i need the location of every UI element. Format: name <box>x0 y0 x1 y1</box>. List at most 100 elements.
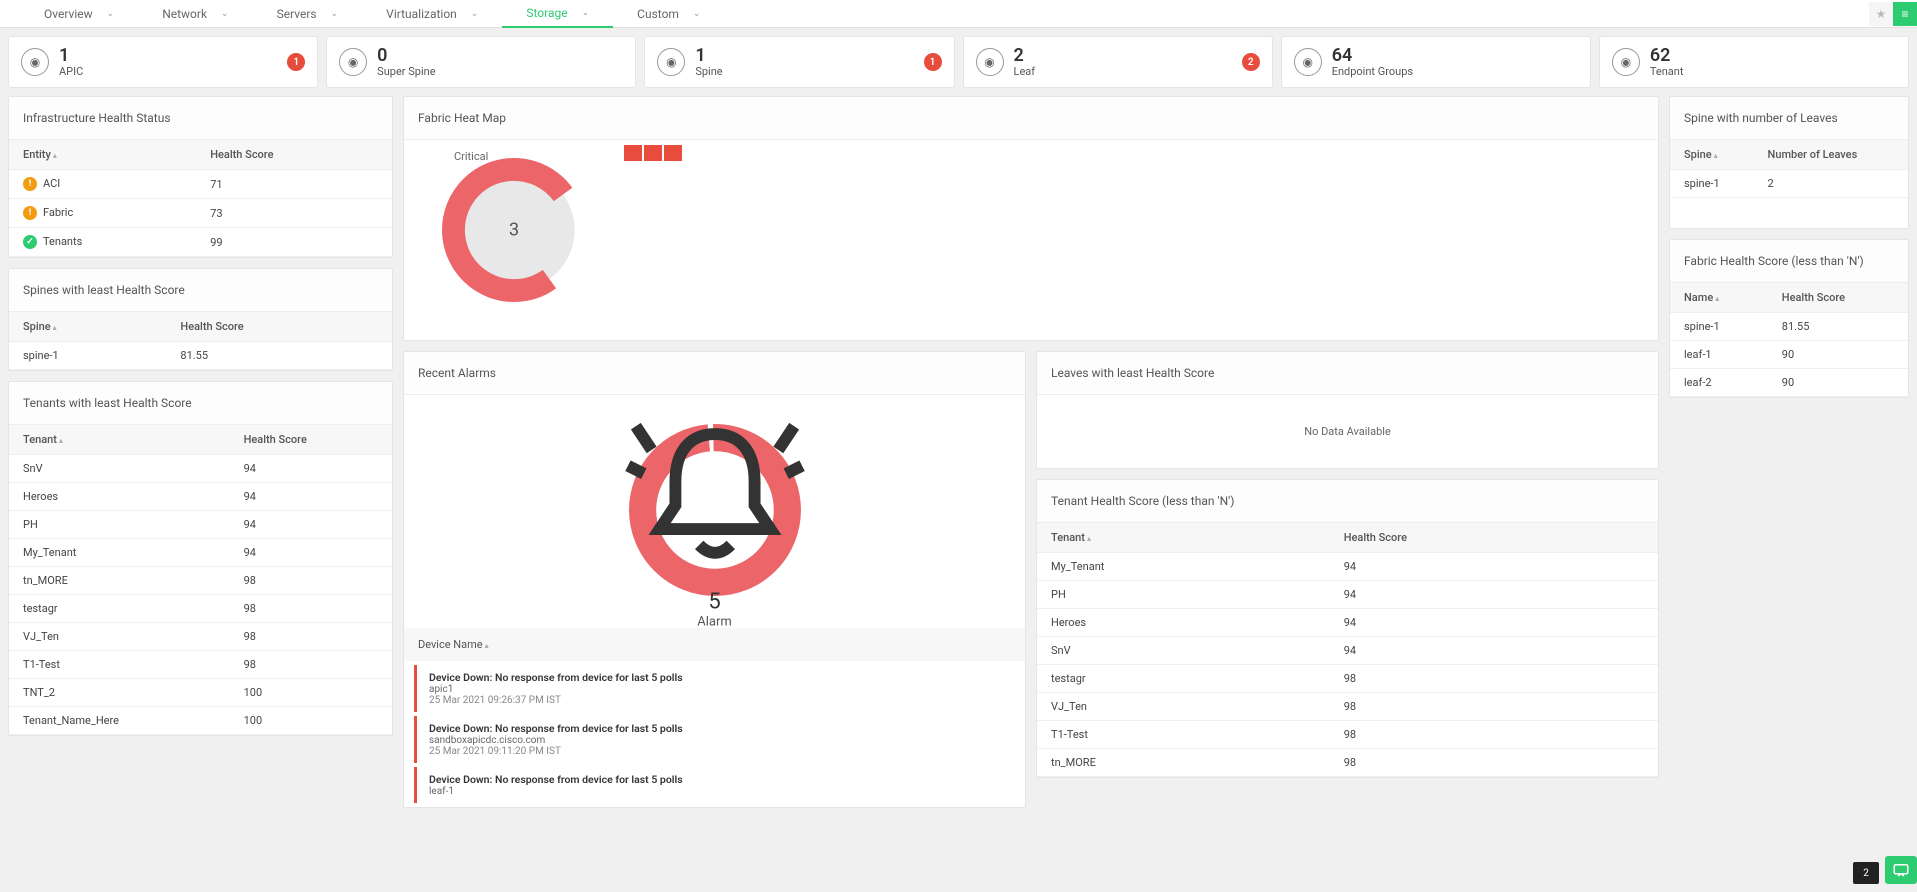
no-data-message: No Data Available <box>1037 395 1658 468</box>
col-spine[interactable]: Spine <box>23 320 51 333</box>
panel-title: Tenants with least Health Score <box>9 382 392 425</box>
panel-title: Infrastructure Health Status <box>9 97 392 140</box>
panel-leaves-least: Leaves with least Health Score No Data A… <box>1036 351 1659 469</box>
table-row[interactable]: tn_MORE98 <box>1037 749 1658 777</box>
chevron-down-icon: ⌄ <box>221 9 229 19</box>
alarm-count: 5 <box>620 589 810 614</box>
summary-card-tenant[interactable]: ◉ 62Tenant <box>1599 36 1909 88</box>
table-row[interactable]: spine-12 <box>1670 170 1908 198</box>
summary-card-apic[interactable]: ◉ 1APIC 1 <box>8 36 318 88</box>
panel-tenants-least: Tenants with least Health Score Tenant▴ … <box>8 381 393 736</box>
table-row[interactable]: testagr98 <box>9 595 392 623</box>
col-tenant[interactable]: Tenant <box>1051 531 1085 544</box>
panel-recent-alarms: Recent Alarms 5 <box>403 351 1026 808</box>
warn-icon: ! <box>23 177 37 191</box>
panel-title: Fabric Health Score (less than 'N') <box>1670 240 1908 283</box>
table-row[interactable]: spine-181.55 <box>9 342 392 370</box>
chevron-down-icon: ⌄ <box>693 9 701 19</box>
heatmap-legend <box>624 145 682 161</box>
tab-network[interactable]: Network⌄ <box>138 0 252 28</box>
table-row[interactable]: !ACI71 <box>9 170 392 199</box>
alarm-item[interactable]: Device Down: No response from device for… <box>414 767 1015 803</box>
card-icon: ◉ <box>339 48 367 76</box>
table-row[interactable]: Heroes94 <box>1037 609 1658 637</box>
alarm-donut: 5 Alarm <box>620 415 810 608</box>
table-row[interactable]: testagr98 <box>1037 665 1658 693</box>
alarm-count-label: Alarm <box>620 614 810 629</box>
summary-card-endpoint-groups[interactable]: ◉ 64Endpoint Groups <box>1281 36 1591 88</box>
heatmap-donut: 3 <box>434 150 594 310</box>
warn-icon: ! <box>23 206 37 220</box>
tab-servers[interactable]: Servers⌄ <box>253 0 363 28</box>
card-icon: ◉ <box>657 48 685 76</box>
table-row[interactable]: !Fabric73 <box>9 199 392 228</box>
nav-tabs: Overview⌄Network⌄Servers⌄Virtualization⌄… <box>0 0 724 28</box>
chevron-down-icon: ⌄ <box>331 9 339 19</box>
panel-title: Leaves with least Health Score <box>1037 352 1658 395</box>
col-health[interactable]: Health Score <box>210 148 273 161</box>
table-row[interactable]: PH94 <box>9 511 392 539</box>
favorite-icon[interactable]: ★ <box>1869 2 1893 26</box>
panel-fabric-heatmap: Fabric Heat Map Critical 3 <box>403 96 1659 341</box>
alarm-bell-icon <box>620 394 810 589</box>
bottom-chat-icon[interactable] <box>1885 856 1917 884</box>
card-icon: ◉ <box>1612 48 1640 76</box>
col-health[interactable]: Health Score <box>1344 531 1407 544</box>
alert-badge: 1 <box>924 53 942 71</box>
alarm-item[interactable]: Device Down: No response from device for… <box>414 665 1015 712</box>
table-row[interactable]: Tenant_Name_Here100 <box>9 707 392 735</box>
pin-icon[interactable]: ≡ <box>1893 2 1917 26</box>
summary-row: ◉ 1APIC 1◉ 0Super Spine ◉ 1Spine 1◉ 2Lea… <box>0 28 1917 96</box>
chevron-down-icon: ⌄ <box>107 9 115 19</box>
chevron-down-icon: ⌄ <box>582 8 590 18</box>
alert-badge: 2 <box>1242 53 1260 71</box>
alarm-item[interactable]: Device Down: No response from device for… <box>414 716 1015 763</box>
col-health[interactable]: Health Score <box>180 320 243 333</box>
table-row[interactable]: VJ_Ten98 <box>1037 693 1658 721</box>
col-health[interactable]: Health Score <box>244 433 307 446</box>
table-row[interactable]: leaf-190 <box>1670 341 1908 369</box>
card-icon: ◉ <box>976 48 1004 76</box>
infra-health-table: Entity▴ Health Score !ACI71!Fabric73✓Ten… <box>9 140 392 257</box>
table-row[interactable]: tn_MORE98 <box>9 567 392 595</box>
table-row[interactable]: SnV94 <box>1037 637 1658 665</box>
panel-infra-health: Infrastructure Health Status Entity▴ Hea… <box>8 96 393 258</box>
col-entity[interactable]: Entity <box>23 148 51 161</box>
panel-title: Spines with least Health Score <box>9 269 392 312</box>
tab-custom[interactable]: Custom⌄ <box>613 0 724 28</box>
col-name[interactable]: Name <box>1684 291 1713 304</box>
tab-storage[interactable]: Storage⌄ <box>502 0 613 28</box>
col-spine[interactable]: Spine <box>1684 148 1712 161</box>
card-icon: ◉ <box>1294 48 1322 76</box>
panel-title: Fabric Heat Map <box>404 97 1658 140</box>
table-row[interactable]: PH94 <box>1037 581 1658 609</box>
table-row[interactable]: My_Tenant94 <box>1037 553 1658 581</box>
table-row[interactable]: My_Tenant94 <box>9 539 392 567</box>
table-row[interactable]: TNT_2100 <box>9 679 392 707</box>
col-health[interactable]: Health Score <box>1782 291 1845 304</box>
alert-badge: 1 <box>287 53 305 71</box>
table-row[interactable]: T1-Test98 <box>9 651 392 679</box>
tab-overview[interactable]: Overview⌄ <box>20 0 138 28</box>
table-row[interactable]: T1-Test98 <box>1037 721 1658 749</box>
alarm-list-header[interactable]: Device Name <box>418 638 483 651</box>
tab-virtualization[interactable]: Virtualization⌄ <box>362 0 502 28</box>
summary-card-super-spine[interactable]: ◉ 0Super Spine <box>326 36 636 88</box>
bottom-count-badge[interactable]: 2 <box>1853 862 1879 884</box>
summary-card-leaf[interactable]: ◉ 2Leaf 2 <box>963 36 1273 88</box>
table-row[interactable]: spine-181.55 <box>1670 313 1908 341</box>
panel-tenant-health-n: Tenant Health Score (less than 'N') Tena… <box>1036 479 1659 778</box>
table-row[interactable]: VJ_Ten98 <box>9 623 392 651</box>
col-tenant[interactable]: Tenant <box>23 433 57 446</box>
table-row[interactable]: Heroes94 <box>9 483 392 511</box>
chevron-down-icon: ⌄ <box>471 9 479 19</box>
table-row[interactable]: SnV94 <box>9 455 392 483</box>
table-row[interactable]: ✓Tenants99 <box>9 228 392 257</box>
panel-title: Spine with number of Leaves <box>1670 97 1908 140</box>
summary-card-spine[interactable]: ◉ 1Spine 1 <box>644 36 954 88</box>
panel-fabric-health-n: Fabric Health Score (less than 'N') Name… <box>1669 239 1909 398</box>
check-icon: ✓ <box>23 235 37 249</box>
panel-title: Tenant Health Score (less than 'N') <box>1037 480 1658 523</box>
table-row[interactable]: leaf-290 <box>1670 369 1908 397</box>
col-num-leaves[interactable]: Number of Leaves <box>1768 148 1858 161</box>
